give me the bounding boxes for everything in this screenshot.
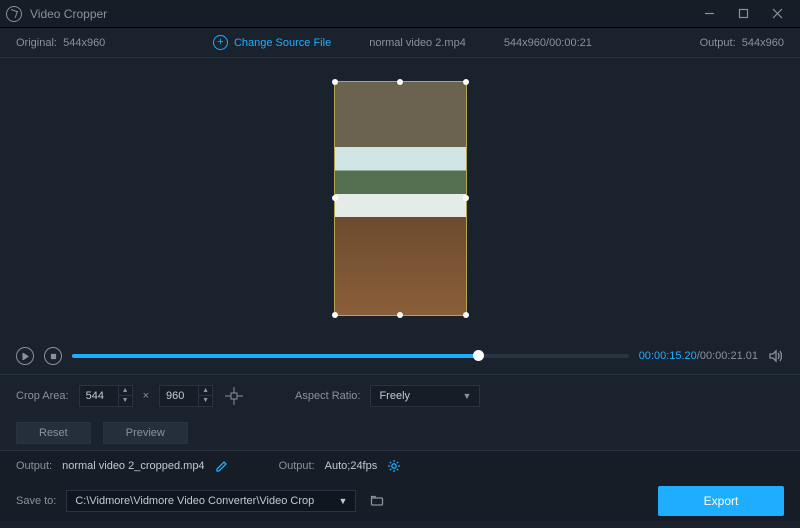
timeline-progress	[72, 354, 478, 358]
width-step-down[interactable]: ▼	[118, 396, 132, 406]
center-crop-button[interactable]	[223, 385, 245, 407]
crop-handle-tm[interactable]	[397, 79, 403, 85]
titlebar: Video Cropper	[0, 0, 800, 28]
original-label: Original:	[16, 37, 57, 49]
original-dims: 544x960	[63, 37, 105, 49]
app-logo-icon	[6, 6, 22, 22]
aspect-ratio-label: Aspect Ratio:	[295, 390, 360, 402]
open-folder-button[interactable]	[366, 490, 388, 512]
crop-handle-bm[interactable]	[397, 312, 403, 318]
original-dims-label: Original: 544x960	[16, 37, 105, 49]
crop-height-value: 960	[160, 390, 198, 402]
chevron-down-icon: ▼	[463, 391, 472, 401]
play-button[interactable]	[16, 347, 34, 365]
crop-handle-br[interactable]	[463, 312, 469, 318]
bottom-panel: Output: normal video 2_cropped.mp4 Outpu…	[0, 450, 800, 521]
crop-handle-bl[interactable]	[332, 312, 338, 318]
crop-handle-mr[interactable]	[463, 195, 469, 201]
crop-area-label: Crop Area:	[16, 390, 69, 402]
aspect-ratio-value: Freely	[379, 390, 410, 402]
action-buttons: Reset Preview	[0, 416, 800, 450]
output-filename: normal video 2_cropped.mp4	[62, 460, 204, 472]
preview-button[interactable]: Preview	[103, 422, 188, 444]
maximize-button[interactable]	[726, 0, 760, 28]
output-file-label: Output:	[16, 460, 52, 472]
save-path-select[interactable]: C:\Vidmore\Vidmore Video Converter\Video…	[66, 490, 356, 512]
reset-label: Reset	[39, 427, 68, 439]
minimize-button[interactable]	[692, 0, 726, 28]
source-filename: normal video 2.mp4	[369, 37, 466, 49]
crop-handle-tr[interactable]	[463, 79, 469, 85]
info-bar: Original: 544x960 + Change Source File n…	[0, 28, 800, 58]
current-time: 00:00:15.20	[639, 350, 697, 362]
timeline-slider[interactable]	[72, 354, 629, 358]
total-time: 00:00:21.01	[700, 350, 758, 362]
aspect-ratio-select[interactable]: Freely ▼	[370, 385, 480, 407]
edit-filename-button[interactable]	[215, 459, 229, 473]
reset-button[interactable]: Reset	[16, 422, 91, 444]
width-step-up[interactable]: ▲	[118, 386, 132, 396]
output-format-label: Output:	[279, 460, 315, 472]
change-source-label: Change Source File	[234, 37, 331, 49]
preview-area	[0, 58, 800, 338]
crop-height-input[interactable]: 960 ▲▼	[159, 385, 213, 407]
output-dims: 544x960	[742, 37, 784, 49]
crop-width-value: 544	[80, 390, 118, 402]
player-controls: 00:00:15.20/00:00:21.01	[0, 338, 800, 374]
video-thumbnail	[335, 82, 466, 315]
source-meta: 544x960/00:00:21	[504, 37, 592, 49]
save-row: Save to: C:\Vidmore\Vidmore Video Conver…	[0, 481, 800, 521]
export-label: Export	[704, 494, 739, 508]
window-title: Video Cropper	[30, 7, 692, 21]
times-symbol: ×	[143, 390, 149, 402]
volume-button[interactable]	[768, 348, 784, 364]
save-to-label: Save to:	[16, 495, 56, 507]
output-settings-button[interactable]	[387, 459, 401, 473]
close-button[interactable]	[760, 0, 794, 28]
timeline-knob[interactable]	[473, 350, 484, 361]
crop-width-input[interactable]: 544 ▲▼	[79, 385, 133, 407]
height-step-down[interactable]: ▼	[198, 396, 212, 406]
plus-circle-icon: +	[213, 35, 228, 50]
timecode: 00:00:15.20/00:00:21.01	[639, 350, 758, 362]
crop-handle-tl[interactable]	[332, 79, 338, 85]
preview-label: Preview	[126, 427, 165, 439]
export-button[interactable]: Export	[658, 486, 784, 516]
chevron-down-icon: ▼	[338, 496, 347, 506]
crop-frame[interactable]	[334, 81, 467, 316]
save-path-value: C:\Vidmore\Vidmore Video Converter\Video…	[75, 495, 314, 507]
crop-handle-ml[interactable]	[332, 195, 338, 201]
crop-options: Crop Area: 544 ▲▼ × 960 ▲▼ Aspect Ratio:…	[0, 374, 800, 416]
output-dims-label: Output: 544x960	[700, 37, 784, 49]
output-row: Output: normal video 2_cropped.mp4 Outpu…	[0, 451, 800, 481]
output-format-value: Auto;24fps	[325, 460, 378, 472]
output-label: Output:	[700, 37, 736, 49]
change-source-button[interactable]: + Change Source File	[213, 35, 331, 50]
stop-button[interactable]	[44, 347, 62, 365]
height-step-up[interactable]: ▲	[198, 386, 212, 396]
